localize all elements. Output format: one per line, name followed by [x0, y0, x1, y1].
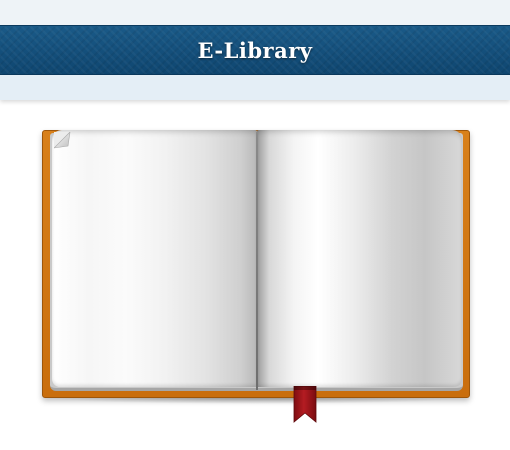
- left-page[interactable]: [52, 130, 257, 387]
- header-bar: E-Library: [0, 25, 510, 75]
- app-title: E-Library: [197, 37, 313, 63]
- top-strip: [0, 0, 510, 25]
- bookmark-icon[interactable]: [293, 386, 317, 424]
- book-spine: [256, 132, 258, 390]
- toolbar-strip: [0, 75, 510, 100]
- right-page[interactable]: [257, 130, 462, 387]
- page-curl-icon[interactable]: [54, 132, 72, 150]
